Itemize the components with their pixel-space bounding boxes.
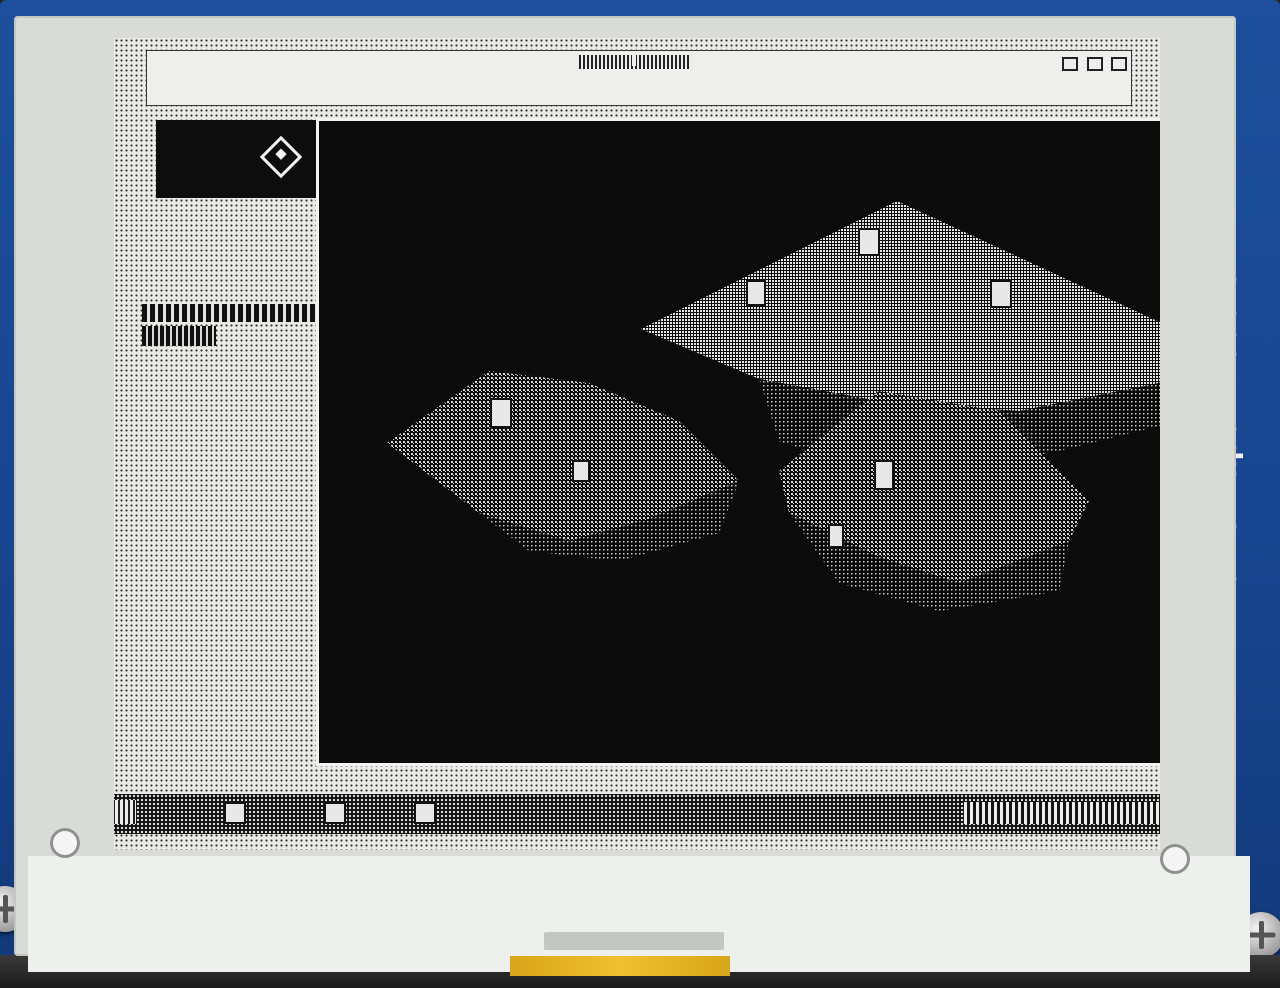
minimize-icon[interactable]	[1062, 57, 1079, 71]
app-icon[interactable]	[324, 802, 346, 824]
sidebar-button[interactable]	[142, 326, 216, 346]
sidebar-banner	[142, 304, 334, 322]
dithered-image-panel	[316, 118, 1160, 766]
app-icon[interactable]	[414, 802, 436, 824]
fpc-ribbon	[510, 956, 730, 976]
mount-hole	[1160, 844, 1190, 874]
terrain-plateau-top	[641, 201, 1160, 411]
start-menu-icon[interactable]	[114, 800, 136, 824]
diamond-logo-icon	[259, 135, 303, 179]
epaper-glass	[14, 16, 1250, 972]
taskbar	[114, 794, 1160, 834]
close-icon[interactable]	[1111, 57, 1127, 71]
system-tray[interactable]	[964, 802, 1160, 824]
isometric-terrain-image	[387, 201, 1160, 611]
app-icon[interactable]	[224, 802, 246, 824]
window-titlebar	[146, 50, 1132, 106]
epaper-display	[114, 38, 1160, 850]
maximize-icon[interactable]	[1086, 57, 1103, 71]
mount-hole	[50, 828, 80, 858]
window-controls	[1058, 57, 1127, 71]
flex-cable-window	[544, 932, 724, 950]
glass-lower-border	[28, 856, 1250, 972]
window-title	[579, 55, 689, 69]
site-logo[interactable]	[156, 120, 316, 198]
